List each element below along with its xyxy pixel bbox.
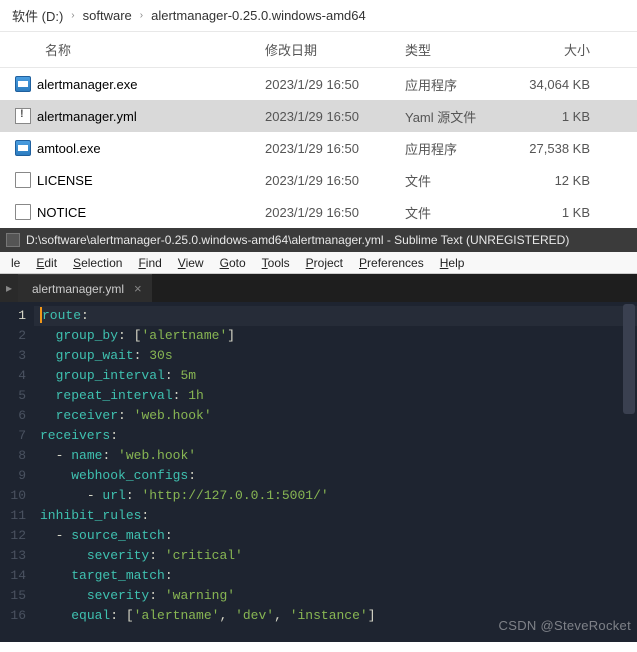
file-type: Yaml 源文件: [405, 107, 510, 126]
watermark: CSDN @SteveRocket: [499, 616, 631, 636]
line-number: 8: [0, 446, 26, 466]
line-number: 13: [0, 546, 26, 566]
file-explorer: 软件 (D:) › software › alertmanager-0.25.0.win…: [0, 0, 637, 228]
tab-label: alertmanager.yml: [32, 282, 124, 296]
menu-item-selection[interactable]: Selection: [66, 254, 129, 272]
code-line[interactable]: receivers:: [34, 426, 637, 446]
file-name: alertmanager.exe: [37, 77, 137, 92]
file-type: 应用程序: [405, 139, 510, 158]
file-size: 12 KB: [510, 173, 620, 188]
code-line[interactable]: - url: 'http://127.0.0.1:5001/': [34, 486, 637, 506]
file-icon: [15, 172, 31, 188]
code-line[interactable]: - source_match:: [34, 526, 637, 546]
line-number: 12: [0, 526, 26, 546]
code-line[interactable]: route:: [34, 306, 637, 326]
code-line[interactable]: receiver: 'web.hook': [34, 406, 637, 426]
menu-item-goto[interactable]: Goto: [213, 254, 253, 272]
file-row[interactable]: alertmanager.yml 2023/1/29 16:50Yaml 源文件1…: [0, 100, 637, 132]
line-number: 11: [0, 506, 26, 526]
file-row[interactable]: NOTICE 2023/1/29 16:50文件1 KB: [0, 196, 637, 228]
file-date: 2023/1/29 16:50: [265, 141, 405, 156]
file-name: NOTICE: [37, 205, 86, 220]
exe-icon: [15, 140, 31, 156]
line-number: 7: [0, 426, 26, 446]
code-line[interactable]: severity: 'warning': [34, 586, 637, 606]
code-line[interactable]: webhook_configs:: [34, 466, 637, 486]
line-number: 5: [0, 386, 26, 406]
file-date: 2023/1/29 16:50: [265, 205, 405, 220]
menu-item-project[interactable]: Project: [299, 254, 350, 272]
code-line[interactable]: repeat_interval: 1h: [34, 386, 637, 406]
code-line[interactable]: - name: 'web.hook': [34, 446, 637, 466]
line-number: 1: [0, 306, 26, 326]
line-number: 6: [0, 406, 26, 426]
code-line[interactable]: group_wait: 30s: [34, 346, 637, 366]
line-number: 15: [0, 586, 26, 606]
file-name: amtool.exe: [37, 141, 101, 156]
menu-item-file-partial[interactable]: le: [4, 254, 27, 272]
close-icon[interactable]: ×: [134, 281, 142, 296]
col-date[interactable]: 修改日期: [265, 40, 405, 59]
file-icon: [15, 204, 31, 220]
col-type[interactable]: 类型: [405, 40, 510, 59]
file-date: 2023/1/29 16:50: [265, 109, 405, 124]
sublime-icon: [6, 233, 20, 247]
code-line[interactable]: group_interval: 5m: [34, 366, 637, 386]
sublime-menu-bar: leEditSelectionFindViewGotoToolsProjectP…: [0, 252, 637, 274]
menu-item-view[interactable]: View: [171, 254, 211, 272]
file-date: 2023/1/29 16:50: [265, 77, 405, 92]
breadcrumb-segment[interactable]: alertmanager-0.25.0.windows-amd64: [151, 8, 366, 23]
file-list: alertmanager.exe2023/1/29 16:50应用程序34,06…: [0, 68, 637, 228]
file-size: 27,538 KB: [510, 141, 620, 156]
file-type: 文件: [405, 171, 510, 190]
sublime-title-bar: D:\software\alertmanager-0.25.0.windows-…: [0, 228, 637, 252]
file-size: 1 KB: [510, 109, 620, 124]
file-row[interactable]: LICENSE 2023/1/29 16:50文件12 KB: [0, 164, 637, 196]
exe-icon: [15, 76, 31, 92]
code-line[interactable]: inhibit_rules:: [34, 506, 637, 526]
breadcrumb[interactable]: 软件 (D:) › software › alertmanager-0.25.0.win…: [0, 0, 637, 32]
file-name: LICENSE: [37, 173, 93, 188]
file-type: 应用程序: [405, 75, 510, 94]
breadcrumb-segment[interactable]: software: [83, 8, 132, 23]
window-title: D:\software\alertmanager-0.25.0.windows-…: [26, 233, 569, 247]
code-line[interactable]: group_by: ['alertname']: [34, 326, 637, 346]
menu-item-find[interactable]: Find: [131, 254, 168, 272]
line-number: 16: [0, 606, 26, 626]
line-number: 9: [0, 466, 26, 486]
line-number: 3: [0, 346, 26, 366]
menu-item-edit[interactable]: Edit: [29, 254, 64, 272]
file-row[interactable]: amtool.exe 2023/1/29 16:50应用程序27,538 KB: [0, 132, 637, 164]
code-line[interactable]: severity: 'critical': [34, 546, 637, 566]
file-type: 文件: [405, 203, 510, 222]
breadcrumb-segment[interactable]: 软件 (D:): [12, 6, 63, 25]
line-number: 4: [0, 366, 26, 386]
yml-icon: [15, 108, 31, 124]
file-row[interactable]: alertmanager.exe 2023/1/29 16:50应用程序34,06…: [0, 68, 637, 100]
code-area[interactable]: route: group_by: ['alertname'] group_wai…: [34, 302, 637, 642]
tab-file[interactable]: alertmanager.yml ×: [18, 274, 152, 302]
tab-scroll-left[interactable]: ▸: [0, 274, 18, 302]
menu-item-tools[interactable]: Tools: [255, 254, 297, 272]
code-line[interactable]: target_match:: [34, 566, 637, 586]
line-gutter: 12345678910111213141516: [0, 302, 34, 642]
scrollbar-vertical[interactable]: [623, 304, 635, 414]
line-number: 14: [0, 566, 26, 586]
col-name[interactable]: 名称: [0, 40, 265, 59]
line-number: 10: [0, 486, 26, 506]
menu-item-help[interactable]: Help: [433, 254, 472, 272]
file-size: 34,064 KB: [510, 77, 620, 92]
editor[interactable]: 12345678910111213141516 route: group_by:…: [0, 302, 637, 642]
chevron-right-icon: ›: [140, 10, 143, 21]
col-size[interactable]: 大小: [510, 40, 620, 59]
chevron-right-icon: ›: [71, 10, 74, 21]
tab-bar: ▸ alertmanager.yml ×: [0, 274, 637, 302]
column-headers: 名称 修改日期 类型 大小: [0, 32, 637, 68]
menu-item-preferences[interactable]: Preferences: [352, 254, 431, 272]
line-number: 2: [0, 326, 26, 346]
file-name: alertmanager.yml: [37, 109, 137, 124]
file-date: 2023/1/29 16:50: [265, 173, 405, 188]
file-size: 1 KB: [510, 205, 620, 220]
